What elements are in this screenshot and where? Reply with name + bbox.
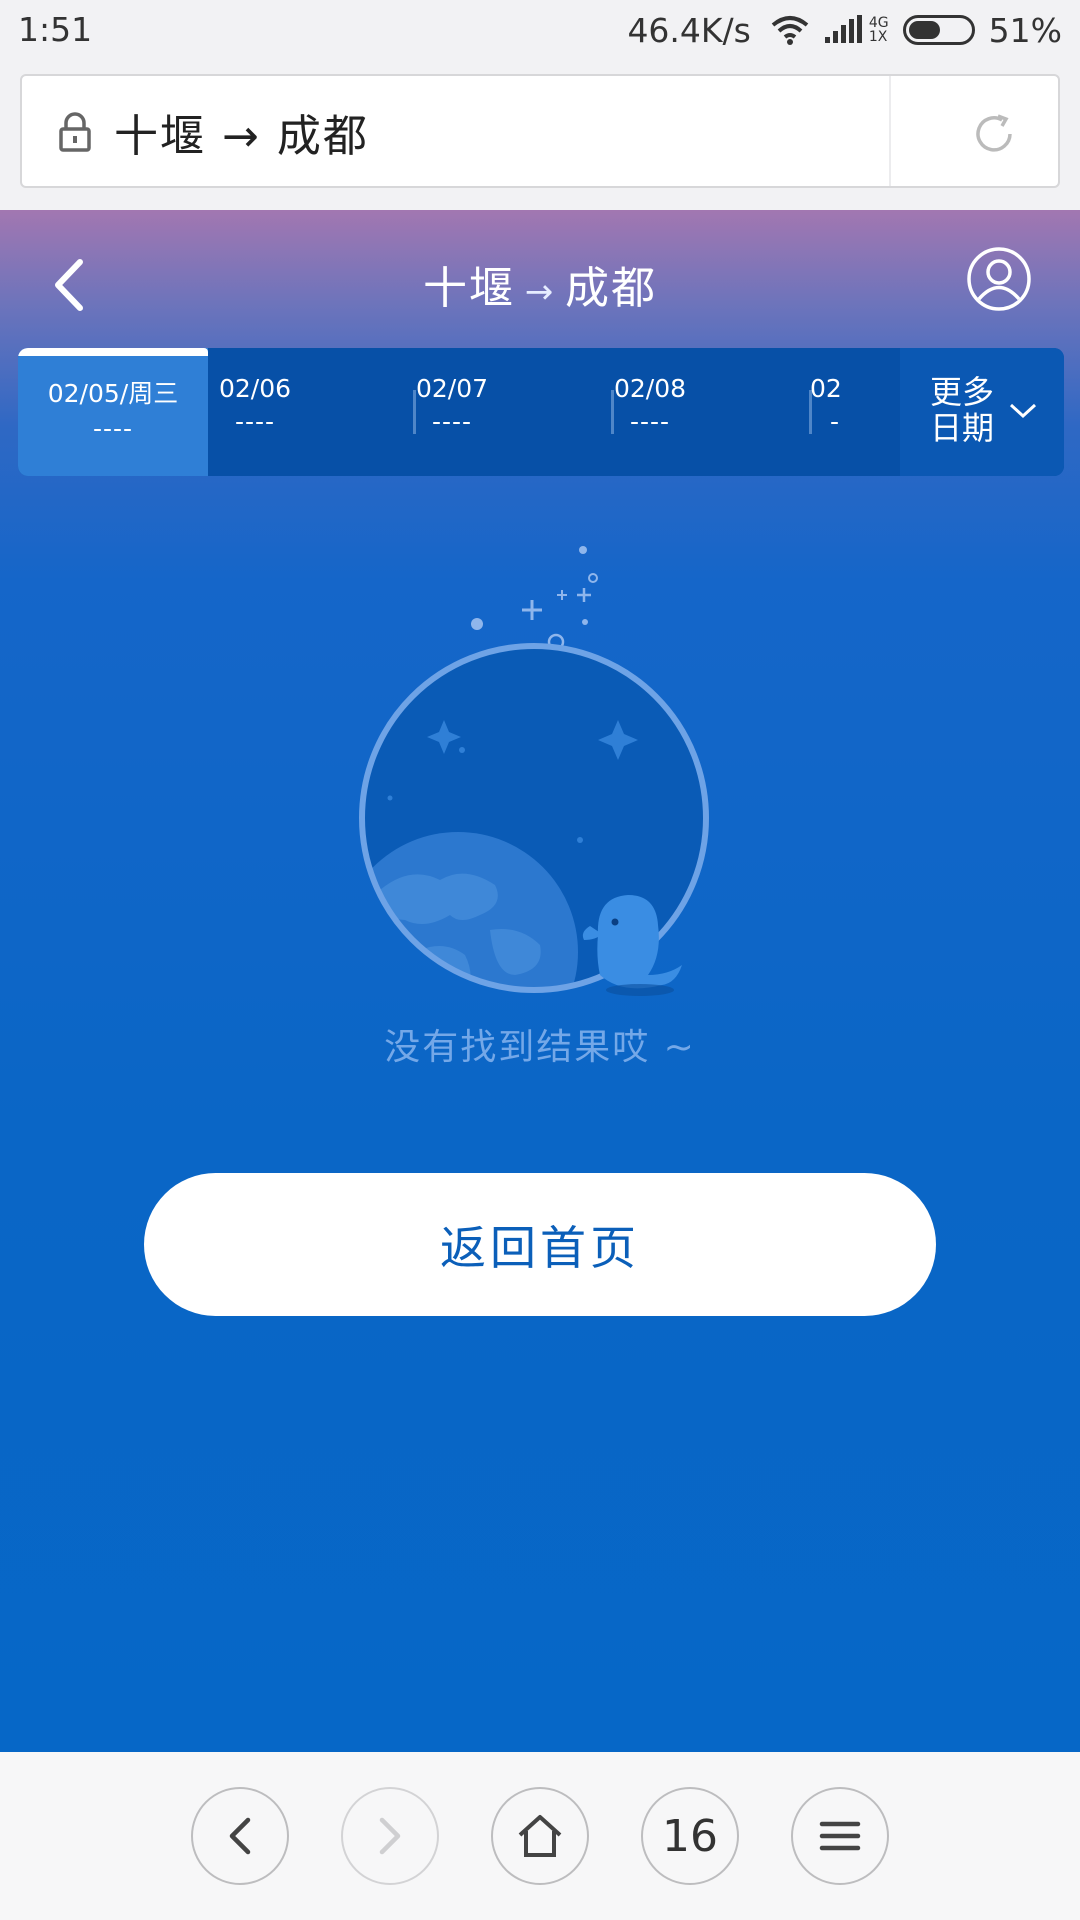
chevron-right-icon — [379, 1817, 401, 1855]
user-icon[interactable] — [966, 246, 1032, 312]
date-tab-0209[interactable]: 02 - — [810, 348, 900, 476]
more-dates-label-1: 更多 — [930, 373, 995, 411]
date-tab-0206[interactable]: 02/06 ---- — [160, 348, 350, 476]
menu-icon — [819, 1821, 861, 1851]
date-tab-0207[interactable]: 02/07 ---- — [357, 348, 547, 476]
chevron-left-icon — [229, 1817, 251, 1855]
battery-level — [908, 21, 940, 39]
battery-percent: 51% — [988, 10, 1062, 50]
browser-menu-button[interactable] — [791, 1787, 889, 1885]
network-type: 4G 1X — [868, 15, 889, 45]
chevron-down-icon — [1009, 403, 1037, 419]
empty-state-illustration — [359, 546, 709, 996]
browser-back-button[interactable] — [191, 1787, 289, 1885]
home-icon — [518, 1815, 562, 1857]
browser-home-button[interactable] — [491, 1787, 589, 1885]
page-title: 十堰 → 成都 — [0, 252, 1080, 316]
url-text[interactable]: 十堰 → 成都 — [114, 100, 369, 164]
status-icons: 46.4K/s 4G 1X 51% — [627, 10, 1062, 50]
battery-icon — [902, 15, 975, 45]
app-content: 十堰 → 成都 02/05/周三 ---- 02/06 ---- 02/07 ---… — [0, 210, 1080, 1752]
destination-city: 成都 — [565, 263, 657, 314]
address-divider — [889, 76, 891, 186]
date-tab-date: 02/06 — [218, 374, 292, 403]
more-dates-button[interactable]: 更多 日期 — [900, 348, 1064, 476]
lock-icon — [59, 112, 91, 152]
back-to-home-button[interactable]: 返回首页 — [144, 1173, 936, 1316]
date-tab-price: - — [830, 407, 841, 436]
date-tab-price: ---- — [431, 407, 473, 436]
route-arrow: → — [524, 272, 556, 312]
status-bar: 1:51 46.4K/s 4G 1X 51% — [0, 0, 1080, 60]
wifi-icon — [771, 16, 809, 45]
date-tab-price: ---- — [629, 407, 671, 436]
address-bar[interactable]: 十堰 → 成都 — [20, 74, 1060, 188]
cell-signal-icon — [824, 15, 862, 43]
date-tab-0208[interactable]: 02/08 ---- — [555, 348, 745, 476]
tab-count: 16 — [662, 1810, 718, 1862]
date-tabs: 02/05/周三 ---- 02/06 ---- 02/07 ---- 02/0… — [18, 348, 1064, 476]
origin-city: 十堰 — [423, 263, 515, 314]
date-tab-price: ---- — [234, 407, 276, 436]
refresh-icon[interactable] — [972, 112, 1016, 156]
network-speed: 46.4K/s — [627, 10, 751, 50]
browser-bottom-nav: 16 — [0, 1752, 1080, 1920]
empty-message: 没有找到结果哎 ~ — [384, 1027, 696, 1068]
date-tab-date: 02/08 — [613, 374, 687, 403]
more-dates-label-2: 日期 — [930, 409, 995, 447]
browser-forward-button[interactable] — [341, 1787, 439, 1885]
browser-tabs-button[interactable]: 16 — [641, 1787, 739, 1885]
date-tab-date: 02 — [810, 374, 842, 403]
status-time: 1:51 — [18, 10, 93, 49]
date-tab-date: 02/07 — [415, 374, 489, 403]
